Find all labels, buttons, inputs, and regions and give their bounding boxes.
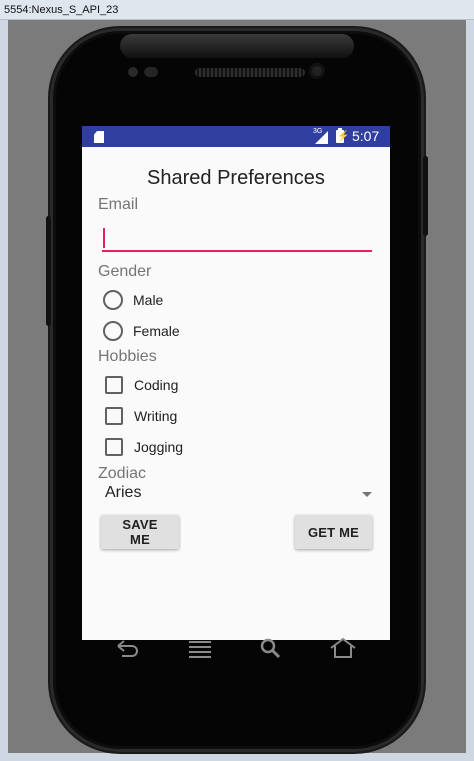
network-type: 3G: [313, 128, 323, 135]
gender-label: Gender: [98, 263, 152, 280]
checkbox-jogging-label: Jogging: [134, 439, 184, 455]
window-frame-bottom: [0, 753, 474, 761]
text-cursor: [103, 228, 105, 248]
radio-button-icon[interactable]: [103, 290, 123, 310]
power-button[interactable]: [423, 156, 428, 236]
sd-card-icon: [94, 131, 104, 143]
phone-device: 3G ⚡ 5:07 Shared Preferences Email Gende…: [46, 28, 428, 752]
email-label: Email: [98, 196, 139, 213]
menu-icon[interactable]: [186, 636, 214, 660]
radio-female[interactable]: Female: [103, 319, 180, 343]
radio-male[interactable]: Male: [103, 288, 163, 312]
window-frame-right: [466, 20, 474, 761]
save-button[interactable]: SAVE ME: [101, 515, 179, 549]
checkbox-icon[interactable]: [105, 438, 123, 456]
device-screen: 3G ⚡ 5:07 Shared Preferences Email Gende…: [82, 126, 390, 640]
earpiece-speaker: [195, 68, 305, 77]
zodiac-dropdown[interactable]: Aries: [98, 482, 374, 506]
search-icon[interactable]: [259, 636, 281, 660]
home-icon[interactable]: [329, 636, 357, 660]
phone-bezel-highlight: [120, 34, 354, 58]
get-button[interactable]: GET ME: [295, 515, 372, 549]
back-icon[interactable]: [114, 636, 140, 660]
window-frame-left: [0, 20, 8, 761]
status-bar: 3G ⚡ 5:07: [82, 126, 390, 147]
status-clock: 5:07: [352, 128, 380, 144]
page-title: Shared Preferences: [147, 167, 325, 189]
battery-icon: ⚡: [336, 128, 349, 143]
checkbox-jogging[interactable]: Jogging: [103, 435, 183, 459]
checkbox-icon[interactable]: [105, 376, 123, 394]
email-field[interactable]: [102, 222, 372, 252]
checkbox-coding-label: Coding: [134, 377, 179, 393]
hobbies-label: Hobbies: [98, 348, 157, 365]
zodiac-selected-value: Aries: [105, 484, 142, 501]
front-camera-icon: [309, 63, 325, 79]
radio-female-label: Female: [133, 323, 180, 339]
zodiac-label: Zodiac: [98, 465, 147, 482]
proximity-sensor-icon: [128, 67, 138, 77]
charging-bolt-icon: ⚡: [337, 131, 350, 142]
light-sensor-icon: [144, 67, 158, 77]
dropdown-arrow-icon: [362, 492, 372, 497]
window-title: 5554:Nexus_S_API_23: [0, 0, 474, 20]
volume-button[interactable]: [46, 216, 51, 326]
checkbox-writing-label: Writing: [134, 408, 178, 424]
checkbox-coding[interactable]: Coding: [103, 373, 178, 397]
radio-male-label: Male: [133, 292, 164, 308]
radio-button-icon[interactable]: [103, 321, 123, 341]
checkbox-icon[interactable]: [105, 407, 123, 425]
checkbox-writing[interactable]: Writing: [103, 404, 177, 428]
